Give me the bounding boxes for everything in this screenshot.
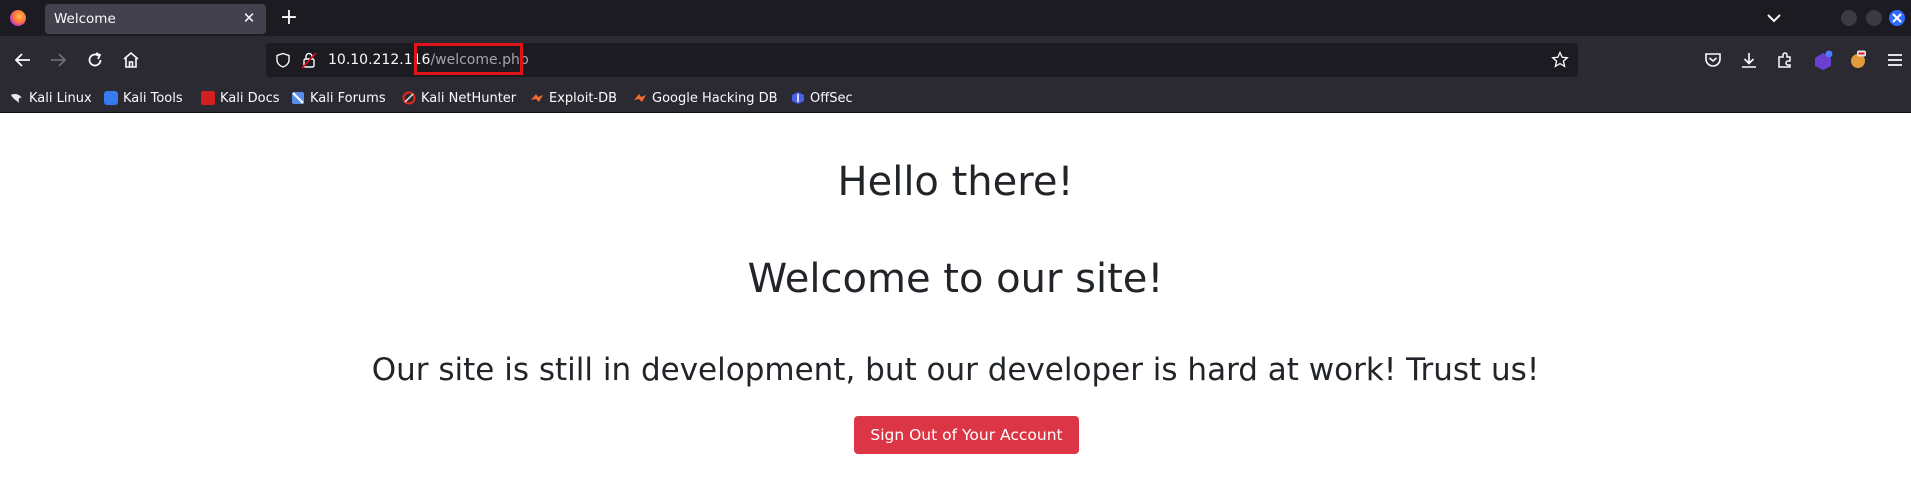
bookmark-label: Kali Docs: [220, 90, 280, 106]
home-icon: [123, 51, 139, 68]
download-icon: [1742, 53, 1756, 68]
bookmark-label: Kali Linux: [29, 90, 92, 106]
bookmark-kali-nethunter[interactable]: Kali NetHunter: [402, 90, 516, 106]
bookmark-label: Kali Forums: [310, 90, 386, 106]
hamburger-menu-icon: [1888, 54, 1902, 66]
pocket-icon: [1705, 53, 1721, 67]
bookmark-google-hacking-db[interactable]: Google Hacking DB: [633, 90, 778, 106]
tab-title: Welcome: [54, 11, 116, 27]
tab-list-chevron-down-icon[interactable]: [1765, 9, 1783, 27]
forward-button[interactable]: [48, 50, 68, 70]
bookmark-label: Kali Tools: [123, 90, 183, 106]
bookmark-kali-linux[interactable]: Kali Linux: [10, 90, 92, 106]
window-minimize-button[interactable]: [1841, 10, 1857, 26]
bookmark-offsec[interactable]: OffSec: [791, 90, 853, 106]
sign-out-button[interactable]: Sign Out of Your Account: [854, 416, 1079, 454]
bookmark-kali-tools[interactable]: Kali Tools: [104, 90, 183, 106]
reload-button[interactable]: [85, 50, 105, 70]
tab-strip: Welcome ✕ +: [0, 0, 1911, 36]
tracking-protection-shield-icon[interactable]: [275, 52, 291, 68]
greeting-heading: Hello there!: [837, 159, 1074, 205]
extensions-button[interactable]: [1775, 50, 1795, 70]
exploit-db-icon: [530, 91, 544, 105]
page-content: Hello there! Welcome to our site! Our si…: [0, 113, 1911, 486]
tab-close-icon[interactable]: ✕: [240, 9, 258, 27]
url-path-highlight-box: [414, 43, 523, 75]
offsec-icon: [791, 91, 805, 105]
insecure-lock-icon[interactable]: [301, 51, 317, 69]
bookmark-label: OffSec: [810, 90, 853, 106]
kali-forums-icon: [291, 91, 305, 105]
arrow-right-icon: [51, 53, 67, 67]
bookmark-exploit-db[interactable]: Exploit-DB: [530, 90, 617, 106]
bookmark-label: Exploit-DB: [549, 90, 618, 106]
kali-dragon-icon: [10, 91, 24, 105]
bookmarks-toolbar: Kali Linux Kali Tools Kali Docs Kali For…: [0, 84, 1911, 113]
foxyproxy-extension-button[interactable]: [1812, 50, 1833, 70]
reload-icon: [88, 52, 102, 67]
star-icon[interactable]: [1551, 51, 1569, 69]
nethunter-icon: [402, 91, 416, 105]
firefox-logo-icon[interactable]: [10, 10, 26, 26]
bookmark-label: Google Hacking DB: [652, 90, 778, 106]
bookmark-kali-forums[interactable]: Kali Forums: [291, 90, 386, 106]
arrow-left-icon: [14, 53, 30, 67]
tab-welcome[interactable]: Welcome ✕: [45, 4, 266, 34]
window-maximize-button[interactable]: [1866, 10, 1882, 26]
extensions-icon: [1778, 52, 1791, 68]
kali-tools-icon: [104, 91, 118, 105]
foxyproxy-icon: [1815, 50, 1833, 70]
navigation-toolbar: 10.10.212.116/welcome.php: [0, 36, 1911, 84]
home-button[interactable]: [121, 50, 141, 70]
app-menu-button[interactable]: [1885, 50, 1905, 70]
kali-docs-icon: [201, 91, 215, 105]
cookie-icon: [1851, 50, 1866, 68]
new-tab-button[interactable]: +: [279, 7, 299, 29]
pocket-button[interactable]: [1703, 50, 1723, 70]
development-message: Our site is still in development, but ou…: [371, 352, 1540, 388]
ghdb-icon: [633, 91, 647, 105]
bookmark-label: Kali NetHunter: [421, 90, 517, 106]
window-close-button[interactable]: [1889, 10, 1905, 26]
welcome-heading: Welcome to our site!: [747, 256, 1164, 302]
downloads-button[interactable]: [1739, 50, 1759, 70]
bookmark-kali-docs[interactable]: Kali Docs: [201, 90, 280, 106]
back-button[interactable]: [13, 50, 33, 70]
cookie-extension-button[interactable]: [1848, 50, 1868, 70]
